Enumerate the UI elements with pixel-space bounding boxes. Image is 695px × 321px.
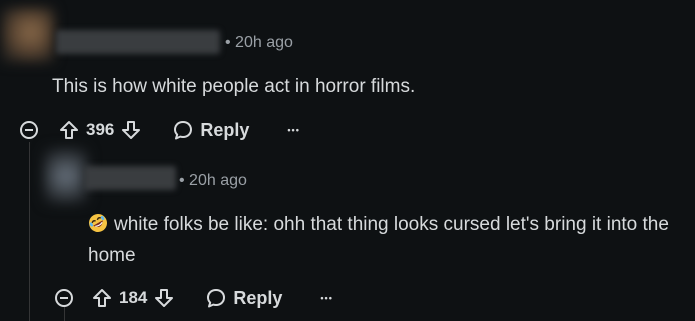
more-icon[interactable]: •••: [287, 125, 299, 135]
reply-button[interactable]: Reply: [172, 119, 249, 141]
reply-icon: [172, 119, 194, 141]
username[interactable]: [84, 166, 176, 190]
collapse-icon[interactable]: [20, 121, 38, 139]
rolling-on-floor-laughing-icon: [88, 212, 108, 232]
reply-label: Reply: [233, 287, 283, 308]
comment-timestamp: • 20h ago: [179, 172, 247, 189]
vote-score: 184: [119, 288, 148, 307]
collapse-icon[interactable]: [55, 289, 73, 307]
comment-actions: 396 Reply •••: [20, 116, 300, 144]
thread-line-main: [29, 142, 30, 321]
vote-score: 396: [86, 120, 115, 139]
more-icon[interactable]: •••: [320, 293, 332, 303]
downvote-icon[interactable]: [120, 119, 142, 141]
avatar[interactable]: [2, 8, 54, 62]
comment-actions: 184 Reply •••: [55, 284, 333, 312]
downvote-icon[interactable]: [153, 287, 175, 309]
comment-timestamp: • 20h ago: [225, 34, 293, 51]
upvote-icon[interactable]: [58, 119, 80, 141]
reply-label: Reply: [200, 119, 250, 140]
comment-body: white folks be like: ohh that thing look…: [88, 209, 678, 271]
reply-icon: [205, 287, 227, 309]
reply-button[interactable]: Reply: [205, 287, 282, 309]
upvote-icon[interactable]: [91, 287, 113, 309]
avatar[interactable]: [44, 148, 88, 204]
comment-body-text: white folks be like: ohh that thing look…: [88, 214, 669, 266]
comment-body: This is how white people act in horror f…: [52, 76, 416, 97]
username[interactable]: [56, 30, 220, 54]
